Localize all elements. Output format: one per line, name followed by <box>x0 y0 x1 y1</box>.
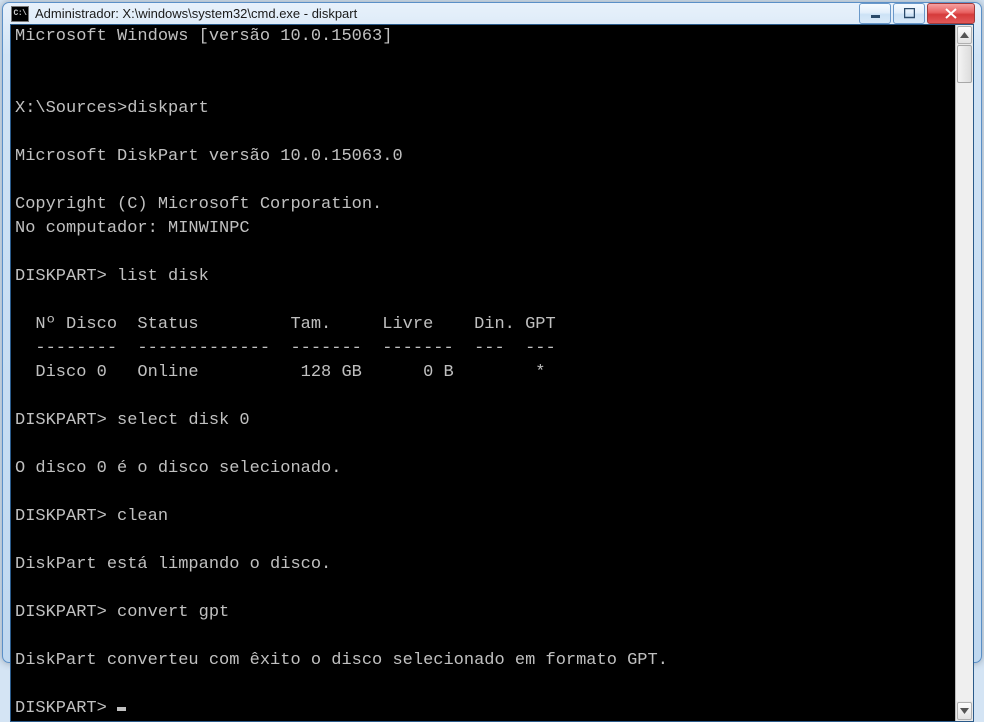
scrollbar-track[interactable] <box>956 45 973 701</box>
close-button[interactable] <box>927 3 975 24</box>
maximize-icon <box>904 8 915 19</box>
vertical-scrollbar[interactable] <box>955 25 973 721</box>
scroll-down-button[interactable] <box>957 702 972 720</box>
window-title: Administrador: X:\windows\system32\cmd.e… <box>35 6 859 21</box>
titlebar[interactable]: C:\ Administrador: X:\windows\system32\c… <box>3 3 981 24</box>
minimize-button[interactable] <box>859 3 891 24</box>
client-area: Microsoft Windows [versão 10.0.15063] X:… <box>10 24 974 722</box>
scroll-up-button[interactable] <box>957 26 972 44</box>
cursor <box>117 707 126 711</box>
scrollbar-thumb[interactable] <box>957 45 972 83</box>
chevron-up-icon <box>960 32 969 38</box>
cmd-window: C:\ Administrador: X:\windows\system32\c… <box>2 2 982 663</box>
minimize-icon <box>870 8 881 19</box>
window-controls <box>859 3 975 24</box>
chevron-down-icon <box>960 708 969 714</box>
cmd-icon: C:\ <box>11 6 29 22</box>
maximize-button[interactable] <box>893 3 925 24</box>
close-icon <box>945 8 957 19</box>
terminal-output[interactable]: Microsoft Windows [versão 10.0.15063] X:… <box>11 25 955 721</box>
